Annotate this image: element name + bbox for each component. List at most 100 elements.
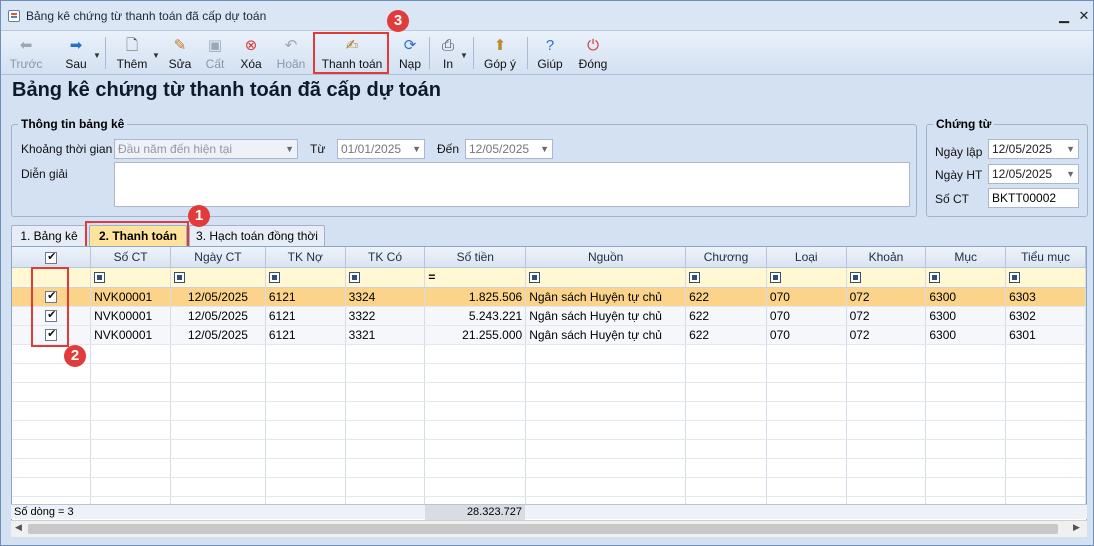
column-header[interactable]: TK Nợ (265, 247, 346, 268)
scroll-right-icon[interactable]: ▶ (1073, 522, 1080, 533)
column-header[interactable]: Số tiền (424, 247, 527, 268)
minimize-icon[interactable]: ▁ (1055, 7, 1073, 25)
scroll-left-icon[interactable]: ◀ (15, 522, 22, 533)
posted-date-input[interactable]: 12/05/2025 ▼ (988, 164, 1079, 184)
delete-button[interactable]: ⊗ Xóa (235, 33, 267, 73)
cell-loai: 070 (766, 306, 847, 326)
save-button[interactable]: ▣ Cất (201, 33, 229, 73)
filter-icon[interactable] (689, 272, 701, 284)
column-header[interactable]: Số CT (90, 247, 172, 268)
feedback-button[interactable]: ⬆ Góp ý (481, 33, 519, 73)
filter-icon[interactable] (929, 272, 941, 284)
filter-cell[interactable] (170, 267, 266, 288)
back-button[interactable]: ⬅ Trước (7, 33, 45, 73)
delete-document-icon: ⊗ (244, 37, 258, 54)
cell-so-ct: NVK00001 (90, 287, 172, 307)
cell-tk-co: 3321 (345, 325, 426, 345)
desc-textarea[interactable] (114, 162, 910, 207)
filter-icon[interactable] (769, 272, 781, 284)
period-label: Khoảng thời gian (21, 142, 113, 156)
filter-icon[interactable] (268, 272, 280, 284)
scroll-thumb[interactable] (28, 524, 1058, 534)
column-header[interactable]: TK Có (345, 247, 426, 268)
cell-so-tien: 1.825.506 (424, 287, 527, 307)
empty-row (12, 458, 1086, 478)
table-row[interactable]: NVK00001 12/05/2025 6121 3321 21.255.000… (12, 325, 1086, 345)
cell-tk-co: 3324 (345, 287, 426, 307)
horizontal-scrollbar[interactable]: ◀ ▶ (11, 520, 1087, 537)
filter-icon[interactable] (348, 272, 360, 284)
print-dropdown-icon[interactable]: ▼ (460, 51, 468, 60)
chevron-down-icon: ▼ (285, 144, 294, 154)
print-button[interactable]: ⎙ In (435, 33, 461, 73)
tab-accounting[interactable]: 3. Hạch toán đồng thời (189, 225, 325, 247)
filter-cell[interactable] (345, 267, 426, 288)
next-dropdown-icon[interactable]: ▼ (93, 51, 101, 60)
callout-1: 1 (188, 205, 210, 227)
close-window-icon[interactable]: ✕ (1075, 7, 1093, 25)
select-all-cell[interactable] (12, 247, 92, 268)
to-date-input[interactable]: 12/05/2025 ▼ (465, 139, 553, 159)
main-window: Bảng kê chứng từ thanh toán đã cấp dự to… (0, 0, 1094, 546)
filter-cell[interactable] (265, 267, 346, 288)
callout-3: 3 (387, 10, 409, 32)
add-button[interactable]: 🗋 Thêm (113, 33, 151, 73)
voucher-number-input[interactable]: BKTT00002 (988, 188, 1079, 208)
cell-khoan: 072 (846, 287, 927, 307)
filter-cell[interactable] (925, 267, 1007, 288)
created-date-input[interactable]: 12/05/2025 ▼ (988, 139, 1079, 159)
table-row[interactable]: NVK00001 12/05/2025 6121 3322 5.243.221 … (12, 306, 1086, 326)
from-date-input[interactable]: 01/01/2025 ▼ (337, 139, 425, 159)
filter-cell[interactable] (90, 267, 172, 288)
column-header[interactable]: Mục (925, 247, 1007, 268)
column-header[interactable]: Khoản (846, 247, 927, 268)
filter-icon[interactable] (849, 272, 861, 284)
checkbox-column-highlight (31, 267, 69, 347)
filter-cell[interactable] (525, 267, 687, 288)
cell-muc: 6300 (925, 325, 1007, 345)
cell-tk-no: 6121 (265, 287, 346, 307)
filter-icon[interactable] (529, 272, 541, 284)
table-row[interactable]: NVK00001 12/05/2025 6121 3324 1.825.506 … (12, 287, 1086, 307)
toolbar-separator (473, 37, 474, 69)
filter-cell[interactable] (846, 267, 927, 288)
close-button[interactable]: ⏻ Đóng (575, 33, 611, 73)
column-header[interactable]: Chương (685, 247, 767, 268)
cell-tieu-muc: 6303 (1005, 287, 1086, 307)
cell-tk-no: 6121 (265, 306, 346, 326)
voucher-number-label: Số CT (935, 192, 970, 206)
filter-cell[interactable]: = (424, 267, 527, 288)
undo-button[interactable]: ↶ Hoãn (273, 33, 309, 73)
filter-cell[interactable] (1005, 267, 1086, 288)
from-label: Từ (310, 142, 326, 156)
window-title: Bảng kê chứng từ thanh toán đã cấp dự to… (26, 9, 267, 23)
info-group-legend: Thông tin bảng kê (18, 117, 128, 131)
column-header[interactable]: Nguồn (525, 247, 687, 268)
column-header[interactable]: Ngày CT (170, 247, 266, 268)
filter-cell[interactable] (766, 267, 847, 288)
tab-list[interactable]: 1. Bảng kê (11, 225, 87, 247)
period-select[interactable]: Đầu năm đến hiện tại ▼ (114, 139, 298, 159)
cell-so-ct: NVK00001 (90, 325, 172, 345)
grid-footer: Số dòng = 3 28.323.727 (11, 504, 1087, 520)
cell-loai: 070 (766, 287, 847, 307)
filter-icon[interactable] (174, 272, 186, 284)
cell-so-tien: 21.255.000 (424, 325, 527, 345)
help-button[interactable]: ? Giúp (533, 33, 567, 73)
cell-chuong: 622 (685, 287, 767, 307)
column-header[interactable]: Tiểu mục (1005, 247, 1086, 268)
filter-icon[interactable] (94, 272, 106, 284)
edit-button[interactable]: ✎ Sửa (165, 33, 195, 73)
arrow-left-icon: ⬅ (19, 37, 33, 54)
filter-icon[interactable] (1009, 272, 1021, 284)
add-dropdown-icon[interactable]: ▼ (152, 51, 160, 60)
column-header[interactable]: Loại (766, 247, 847, 268)
equals-filter-icon[interactable]: = (428, 270, 435, 284)
cell-tk-co: 3322 (345, 306, 426, 326)
filter-cell[interactable] (685, 267, 767, 288)
page-title: Bảng kê chứng từ thanh toán đã cấp dự to… (12, 79, 442, 101)
select-all-checkbox[interactable] (45, 250, 58, 264)
next-button[interactable]: ➡ Sau (59, 33, 93, 73)
reload-button[interactable]: ⟳ Nạp (395, 33, 425, 73)
chevron-down-icon: ▼ (540, 144, 549, 154)
